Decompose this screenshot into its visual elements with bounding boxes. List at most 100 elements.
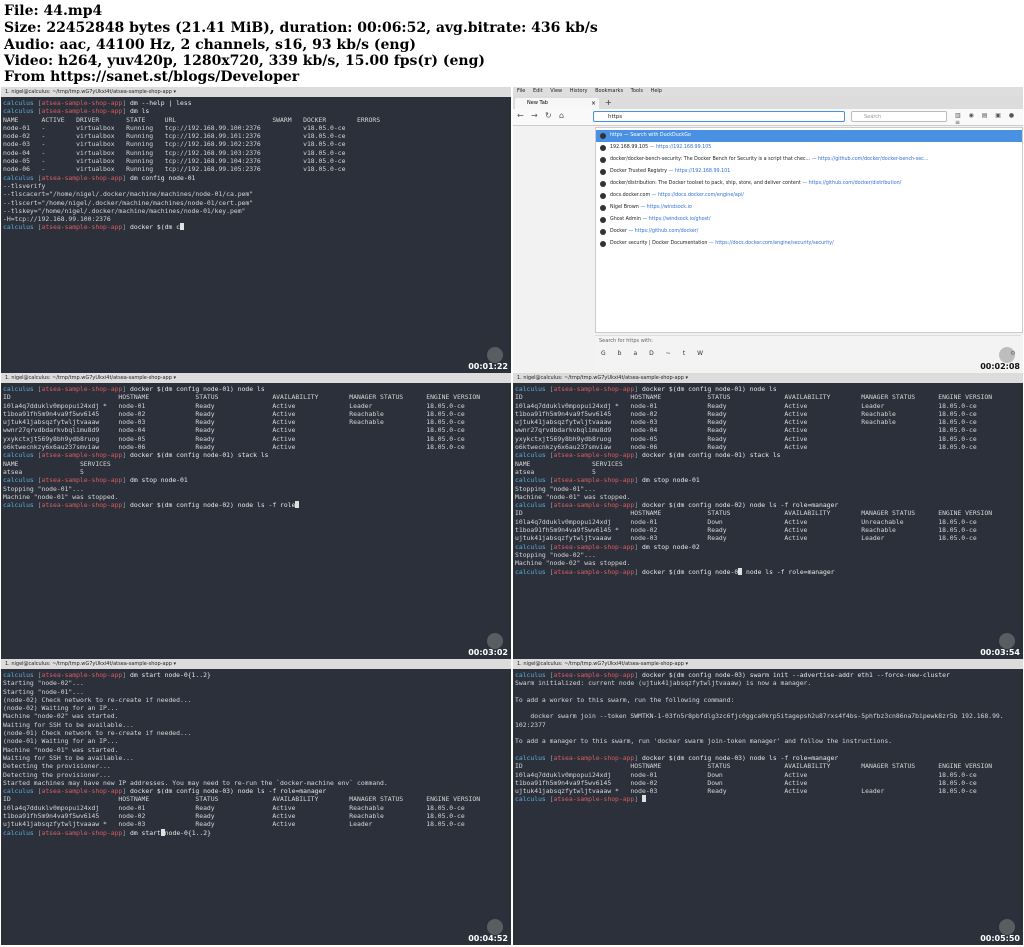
search-engine-icons[interactable]: GbaD~tW [601,350,715,357]
suggestion-item[interactable]: docker/docker-bench-security: The Docker… [596,154,1022,166]
url-input[interactable]: https [593,111,845,122]
terminal-line: calculus [atsea-sample-shop-app] docker … [3,451,509,459]
suggestion-item[interactable]: Docker — https://github.com/docker/ [596,226,1022,238]
output-text: t1boa91fh5m9n4va9f5wv6145 node-02 Down A… [515,778,977,787]
output-text: NAME SERVICES [515,459,623,468]
terminal-output[interactable]: calculus [atsea-sample-shop-app] docker … [515,385,1021,655]
suggestion-item[interactable]: Docker Trusted Registry — https://192.16… [596,166,1022,178]
output-text: atsea 5 [515,467,596,476]
search-engine-icon[interactable]: t [683,350,697,357]
suggestion-item[interactable]: Nigel Brown — https://windsock.io [596,202,1022,214]
search-engine-icon[interactable]: a [633,350,649,357]
prompt-host: calculus [515,567,546,576]
search-engine-icon[interactable]: b [618,350,634,357]
back-icon[interactable]: ← [517,111,524,120]
terminal-line: node-04 - virtualbox Running tcp://192.1… [3,149,509,157]
terminal-line: ujtuk41jabsqzfytwljtvaaaw node-03 Ready … [515,534,1021,542]
terminal-panel-3[interactable]: 1. nigel@calculus: ~/tmp/tmp.wG7yUkxi4t/… [1,659,511,945]
suggestion-item[interactable]: Ghost Admin — https://windsock.io/ghost/ [596,214,1022,226]
browser-panel[interactable]: File Edit View History Bookmarks Tools H… [513,87,1023,373]
terminal-output[interactable]: calculus [atsea-sample-shop-app] docker … [3,385,509,655]
terminal-line: i0la4q7dduklv0mpopui24xdj node-01 Ready … [3,804,509,812]
terminal-line: calculus [atsea-sample-shop-app] dm star… [3,828,509,837]
terminal-line: To add a worker to this swarm, run the f… [515,696,1021,704]
terminal-line: node-03 - virtualbox Running tcp://192.1… [3,140,509,148]
prompt-bracket: ] [634,476,642,485]
forward-icon[interactable]: → [531,111,538,120]
prompt-host: calculus [3,99,34,107]
terminal-line: i0la4q7dduklv0mpopui24xdj node-01 Down A… [515,518,1021,526]
menu-bookmarks[interactable]: Bookmarks [595,88,623,94]
suggestion-item[interactable]: 192.168.99.105 — https://192.168.99.105 [596,142,1022,154]
terminal-line: o6ktwecnkzy6x6au237smviaw node-06 Ready … [515,443,1021,451]
tab-new-tab[interactable]: New Tab × [515,98,599,109]
terminal-line: calculus [atsea-sample-shop-app] docker … [515,385,1021,393]
menu-history[interactable]: History [570,88,588,94]
suggestion-title: Docker Trusted Registry [610,169,669,174]
terminal-line: calculus [atsea-sample-shop-app] docker … [515,754,1021,762]
terminal-line: calculus [atsea-sample-shop-app] docker … [3,787,509,795]
command-text: docker $(dm config node-01) node ls [130,385,265,393]
site-icon [600,229,606,235]
browser-menubar: File Edit View History Bookmarks Tools H… [513,87,1023,96]
site-icon [600,205,606,211]
output-text: ujtuk41jabsqzfytwljtvaaaw * node-03 Read… [515,787,977,796]
toolbar-icons[interactable]: ▥ ◉ ▤ ▣ ● ≡ [955,112,1023,126]
menu-edit[interactable]: Edit [533,88,543,94]
prompt-project: atsea-sample-shop-app [41,476,123,485]
tab-bar: New Tab × + [513,96,1023,109]
search-input[interactable]: Search [851,111,947,122]
suggestion-title: 192.168.99.105 [610,145,650,150]
suggestion-item[interactable]: https — Search with DuckDuckGo [596,130,1022,142]
command-text: docker $(dm config node-03) swarm init -… [642,671,950,679]
new-tab-button[interactable]: + [605,98,612,107]
output-text: wwnr27qrvdbdarkvbqlimu8d9 node-04 Ready … [515,426,977,435]
url-suggestions[interactable]: https — Search with DuckDuckGo 192.168.99… [595,127,1023,333]
terminal-panel-2[interactable]: 1. nigel@calculus: ~/tmp/tmp.wG7yUkxi4t/… [1,373,511,659]
menu-tools[interactable]: Tools [631,88,643,94]
terminal-panel-4[interactable]: 1. nigel@calculus: ~/tmp/tmp.wG7yUkxi4t/… [513,373,1023,659]
terminal-line: yxykctxjt569y8bh9ydb8ruog node-05 Ready … [3,435,509,443]
output-text: (node-02) Waiting for an IP... [3,704,119,713]
command-text: docker $(dm config node-03) node ls -f r… [642,753,839,762]
reload-icon[interactable]: ↻ [545,111,552,120]
terminal-line: 102:2377 [515,721,1021,729]
timestamp: 00:05:50 [980,934,1020,943]
suggestion-item[interactable]: docs.docker.com — https://docs.docker.co… [596,190,1022,202]
suggestion-item[interactable]: Docker security | Docker Documentation —… [596,238,1022,250]
terminal-line: node-02 - virtualbox Running tcp://192.1… [3,132,509,140]
output-text: docker swarm join --token SWMTKN-1-03fn5… [515,712,1004,721]
terminal-line: ujtuk41jabsqzfytwljtvaaaw * node-03 Read… [3,820,509,828]
suggestion-title: docs.docker.com [610,193,652,198]
terminal-output[interactable]: calculus [atsea-sample-shop-app] dm star… [3,671,509,941]
output-text: 102:2377 [515,720,546,729]
terminal-line: To add a manager to this swarm, run 'doc… [515,737,1021,745]
output-text: Detecting the provisioner... [3,770,111,779]
output-text: t1boa91fh5m9n4va9f5wv6145 node-02 Ready … [3,409,465,418]
suggestion-title: Ghost Admin [610,217,643,222]
output-text: ujtuk41jabsqzfytwljtvaaaw * node-03 Read… [3,820,465,829]
home-icon[interactable]: ⌂ [559,111,564,120]
prompt-host: calculus [3,787,34,796]
terminal-line: ujtuk41jabsqzfytwljtvaaaw node-03 Ready … [515,418,1021,426]
terminal-output[interactable]: calculus [atsea-sample-shop-app] docker … [515,671,1021,941]
terminal-line: Stopping "node-02"... [515,551,1021,559]
terminal-panel-1[interactable]: 1. nigel@calculus: ~/tmp/tmp.wG7yUkxi4t/… [1,87,511,373]
search-engine-icon[interactable]: D [649,350,666,357]
menu-help[interactable]: Help [651,88,662,94]
terminal-output[interactable]: calculus [atsea-sample-shop-app] dm --he… [3,99,509,369]
menu-file[interactable]: File [517,88,525,94]
terminal-panel-5[interactable]: 1. nigel@calculus: ~/tmp/tmp.wG7yUkxi4t/… [513,659,1023,945]
video-info-header: File: 44.mp4 Size: 22452848 bytes (21.41… [0,0,1024,86]
terminal-line: yxykctxjt569y8bh9ydb8ruog node-05 Ready … [515,435,1021,443]
menu-view[interactable]: View [550,88,562,94]
close-icon[interactable]: × [591,98,596,109]
terminal-line: i0la4q7dduklv0mpopui24xdj * node-01 Read… [3,402,509,410]
search-engine-icon[interactable]: G [601,350,618,357]
terminal-line: t1boa91fh5m9n4va9f5wv6145 node-02 Ready … [515,410,1021,418]
search-engine-icon[interactable]: W [697,350,715,357]
search-engine-icon[interactable]: ~ [666,350,683,357]
output-text: ID HOSTNAME STATUS AVAILABILITY MANAGER … [3,795,481,804]
suggestion-item[interactable]: docker/distribution: The Docker toolset … [596,178,1022,190]
